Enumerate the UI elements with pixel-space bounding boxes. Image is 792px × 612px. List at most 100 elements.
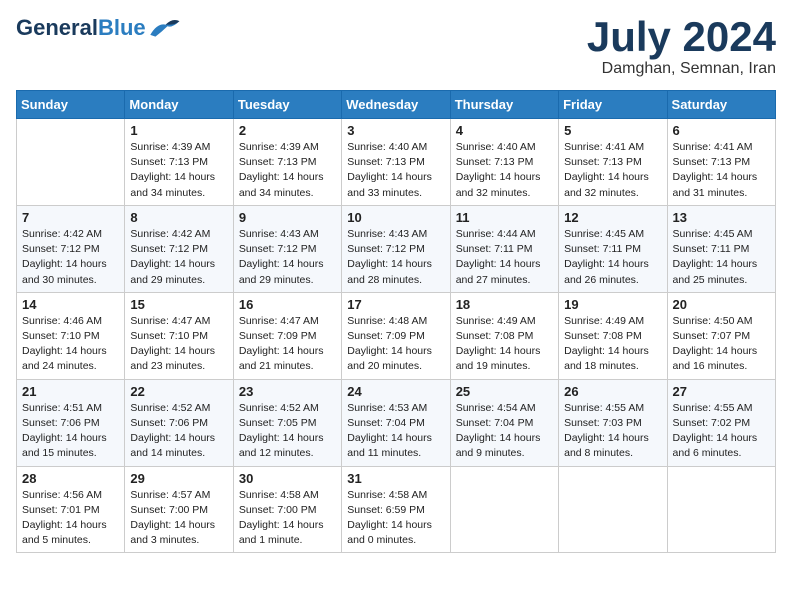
cell-daylight-info: Sunrise: 4:40 AMSunset: 7:13 PMDaylight:… [456, 140, 553, 201]
cell-daylight-info: Sunrise: 4:42 AMSunset: 7:12 PMDaylight:… [22, 227, 119, 288]
cell-daylight-info: Sunrise: 4:47 AMSunset: 7:09 PMDaylight:… [239, 314, 336, 375]
calendar-cell: 22 Sunrise: 4:52 AMSunset: 7:06 PMDayligh… [125, 379, 233, 466]
calendar-cell: 16Sunrise: 4:47 AMSunset: 7:09 PMDayligh… [233, 292, 341, 379]
calendar-cell: 11 Sunrise: 4:44 AMSunset: 7:11 PMDayligh… [450, 205, 558, 292]
day-number: 5 [564, 123, 661, 138]
calendar-cell: 24 Sunrise: 4:53 AMSunset: 7:04 PMDayligh… [342, 379, 450, 466]
day-number: 23 [239, 384, 336, 399]
day-number: 11 [456, 210, 553, 225]
calendar-cell: 18 Sunrise: 4:49 AMSunset: 7:08 PMDayligh… [450, 292, 558, 379]
day-number: 6 [673, 123, 770, 138]
title-section: July 2024 Damghan, Semnan, Iran [587, 16, 776, 78]
day-number: 18 [456, 297, 553, 312]
calendar-cell: 13 Sunrise: 4:45 AMSunset: 7:11 PMDayligh… [667, 205, 775, 292]
logo: GeneralBlue [16, 16, 182, 40]
cell-daylight-info: Sunrise: 4:47 AMSunset: 7:10 PMDaylight:… [130, 314, 227, 375]
cell-daylight-info: Sunrise: 4:51 AMSunset: 7:06 PMDaylight:… [22, 401, 119, 462]
cell-daylight-info: Sunrise: 4:55 AMSunset: 7:03 PMDaylight:… [564, 401, 661, 462]
calendar-cell: 30Sunrise: 4:58 AMSunset: 7:00 PMDayligh… [233, 466, 341, 553]
cell-daylight-info: Sunrise: 4:58 AMSunset: 6:59 PMDaylight:… [347, 488, 444, 549]
calendar-cell: 10Sunrise: 4:43 AMSunset: 7:12 PMDayligh… [342, 205, 450, 292]
calendar-cell: 17Sunrise: 4:48 AMSunset: 7:09 PMDayligh… [342, 292, 450, 379]
day-number: 27 [673, 384, 770, 399]
cell-daylight-info: Sunrise: 4:49 AMSunset: 7:08 PMDaylight:… [456, 314, 553, 375]
cell-daylight-info: Sunrise: 4:49 AMSunset: 7:08 PMDaylight:… [564, 314, 661, 375]
cell-daylight-info: Sunrise: 4:57 AMSunset: 7:00 PMDaylight:… [130, 488, 227, 549]
calendar-cell: 9 Sunrise: 4:43 AMSunset: 7:12 PMDaylight… [233, 205, 341, 292]
cell-daylight-info: Sunrise: 4:45 AMSunset: 7:11 PMDaylight:… [673, 227, 770, 288]
calendar-cell: 23 Sunrise: 4:52 AMSunset: 7:05 PMDayligh… [233, 379, 341, 466]
weekday-header-sunday: Sunday [17, 91, 125, 119]
cell-daylight-info: Sunrise: 4:43 AMSunset: 7:12 PMDaylight:… [239, 227, 336, 288]
calendar-cell: 31 Sunrise: 4:58 AMSunset: 6:59 PMDayligh… [342, 466, 450, 553]
cell-daylight-info: Sunrise: 4:42 AMSunset: 7:12 PMDaylight:… [130, 227, 227, 288]
cell-daylight-info: Sunrise: 4:41 AMSunset: 7:13 PMDaylight:… [564, 140, 661, 201]
day-number: 20 [673, 297, 770, 312]
day-number: 19 [564, 297, 661, 312]
day-number: 2 [239, 123, 336, 138]
cell-daylight-info: Sunrise: 4:53 AMSunset: 7:04 PMDaylight:… [347, 401, 444, 462]
day-number: 30 [239, 471, 336, 486]
calendar-cell: 2 Sunrise: 4:39 AMSunset: 7:13 PMDaylight… [233, 119, 341, 206]
day-number: 13 [673, 210, 770, 225]
day-number: 22 [130, 384, 227, 399]
calendar-week-row: 7 Sunrise: 4:42 AMSunset: 7:12 PMDaylight… [17, 205, 776, 292]
day-number: 24 [347, 384, 444, 399]
day-number: 7 [22, 210, 119, 225]
weekday-header-saturday: Saturday [667, 91, 775, 119]
calendar-cell: 20 Sunrise: 4:50 AMSunset: 7:07 PMDayligh… [667, 292, 775, 379]
weekday-header-thursday: Thursday [450, 91, 558, 119]
calendar-cell: 1 Sunrise: 4:39 AMSunset: 7:13 PMDaylight… [125, 119, 233, 206]
calendar-cell [17, 119, 125, 206]
cell-daylight-info: Sunrise: 4:39 AMSunset: 7:13 PMDaylight:… [130, 140, 227, 201]
calendar-cell: 12Sunrise: 4:45 AMSunset: 7:11 PMDayligh… [559, 205, 667, 292]
calendar-week-row: 14Sunrise: 4:46 AMSunset: 7:10 PMDayligh… [17, 292, 776, 379]
calendar-cell: 19 Sunrise: 4:49 AMSunset: 7:08 PMDayligh… [559, 292, 667, 379]
day-number: 12 [564, 210, 661, 225]
cell-daylight-info: Sunrise: 4:39 AMSunset: 7:13 PMDaylight:… [239, 140, 336, 201]
page-header: GeneralBlue July 2024 Damghan, Semnan, I… [16, 16, 776, 78]
cell-daylight-info: Sunrise: 4:54 AMSunset: 7:04 PMDaylight:… [456, 401, 553, 462]
cell-daylight-info: Sunrise: 4:48 AMSunset: 7:09 PMDaylight:… [347, 314, 444, 375]
cell-daylight-info: Sunrise: 4:44 AMSunset: 7:11 PMDaylight:… [456, 227, 553, 288]
calendar-cell: 27 Sunrise: 4:55 AMSunset: 7:02 PMDayligh… [667, 379, 775, 466]
weekday-header-wednesday: Wednesday [342, 91, 450, 119]
calendar-cell: 8Sunrise: 4:42 AMSunset: 7:12 PMDaylight… [125, 205, 233, 292]
day-number: 1 [130, 123, 227, 138]
cell-daylight-info: Sunrise: 4:55 AMSunset: 7:02 PMDaylight:… [673, 401, 770, 462]
day-number: 14 [22, 297, 119, 312]
day-number: 31 [347, 471, 444, 486]
day-number: 15 [130, 297, 227, 312]
calendar-week-row: 28Sunrise: 4:56 AMSunset: 7:01 PMDayligh… [17, 466, 776, 553]
calendar-cell: 5 Sunrise: 4:41 AMSunset: 7:13 PMDaylight… [559, 119, 667, 206]
day-number: 9 [239, 210, 336, 225]
day-number: 21 [22, 384, 119, 399]
day-number: 3 [347, 123, 444, 138]
weekday-header-tuesday: Tuesday [233, 91, 341, 119]
cell-daylight-info: Sunrise: 4:40 AMSunset: 7:13 PMDaylight:… [347, 140, 444, 201]
calendar-cell: 29 Sunrise: 4:57 AMSunset: 7:00 PMDayligh… [125, 466, 233, 553]
weekday-header-monday: Monday [125, 91, 233, 119]
day-number: 26 [564, 384, 661, 399]
calendar-cell: 7 Sunrise: 4:42 AMSunset: 7:12 PMDaylight… [17, 205, 125, 292]
logo-text: GeneralBlue [16, 17, 146, 39]
calendar-table: SundayMondayTuesdayWednesdayThursdayFrid… [16, 90, 776, 553]
calendar-cell: 26 Sunrise: 4:55 AMSunset: 7:03 PMDayligh… [559, 379, 667, 466]
cell-daylight-info: Sunrise: 4:52 AMSunset: 7:05 PMDaylight:… [239, 401, 336, 462]
day-number: 29 [130, 471, 227, 486]
cell-daylight-info: Sunrise: 4:50 AMSunset: 7:07 PMDaylight:… [673, 314, 770, 375]
weekday-header-row: SundayMondayTuesdayWednesdayThursdayFrid… [17, 91, 776, 119]
calendar-week-row: 21 Sunrise: 4:51 AMSunset: 7:06 PMDayligh… [17, 379, 776, 466]
calendar-week-row: 1 Sunrise: 4:39 AMSunset: 7:13 PMDaylight… [17, 119, 776, 206]
calendar-cell: 25Sunrise: 4:54 AMSunset: 7:04 PMDayligh… [450, 379, 558, 466]
month-year: July 2024 [587, 16, 776, 58]
cell-daylight-info: Sunrise: 4:56 AMSunset: 7:01 PMDaylight:… [22, 488, 119, 549]
calendar-cell: 21 Sunrise: 4:51 AMSunset: 7:06 PMDayligh… [17, 379, 125, 466]
logo-bird-icon [146, 16, 182, 40]
cell-daylight-info: Sunrise: 4:41 AMSunset: 7:13 PMDaylight:… [673, 140, 770, 201]
calendar-cell: 6 Sunrise: 4:41 AMSunset: 7:13 PMDaylight… [667, 119, 775, 206]
cell-daylight-info: Sunrise: 4:52 AMSunset: 7:06 PMDaylight:… [130, 401, 227, 462]
calendar-cell [667, 466, 775, 553]
calendar-cell: 3 Sunrise: 4:40 AMSunset: 7:13 PMDaylight… [342, 119, 450, 206]
calendar-cell [450, 466, 558, 553]
